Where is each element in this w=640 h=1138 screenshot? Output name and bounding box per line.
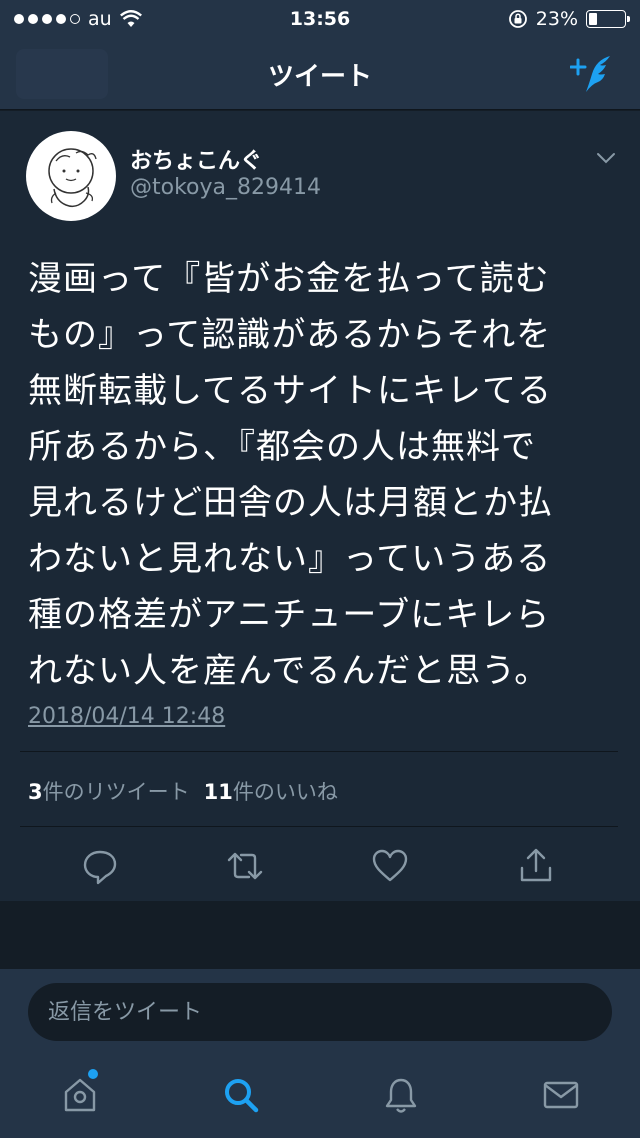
home-icon[interactable] [60, 1075, 100, 1115]
bell-icon[interactable] [381, 1075, 421, 1115]
battery-percent: 23% [535, 8, 578, 30]
retweet-label: 件のリツイート [42, 780, 190, 804]
status-bar: au 13:56 23% [0, 0, 640, 40]
compose-tweet-icon[interactable] [570, 52, 618, 96]
tweet-text: 漫画って『皆がお金を払って読む もの』って認識があるからそれを 無断転載してるサ… [28, 259, 553, 691]
divider [20, 751, 618, 752]
battery-icon [586, 10, 630, 28]
reply-icon[interactable] [80, 846, 120, 886]
search-icon[interactable] [221, 1075, 261, 1115]
avatar[interactable] [26, 131, 116, 221]
retweet-count: 3 [28, 780, 43, 804]
user-handle[interactable]: @tokoya_829414 [130, 175, 321, 200]
retweet-icon[interactable] [225, 846, 265, 886]
empty-area [0, 901, 640, 969]
divider [20, 826, 618, 827]
like-label: 件のいいね [232, 780, 338, 804]
like-stat[interactable]: 11件のいいね [204, 780, 338, 804]
share-icon[interactable] [516, 846, 556, 886]
mail-icon[interactable] [541, 1075, 581, 1115]
tweet-stats: 3件のリツイート 11件のいいね [28, 776, 338, 806]
status-right: 23% [508, 8, 630, 30]
retweet-stat[interactable]: 3件のリツイート [28, 780, 190, 804]
nav-bar: ツイート [0, 40, 640, 110]
tweet-detail: おちょこんぐ @tokoya_829414 漫画って『皆がお金を払って読む もの… [0, 111, 640, 901]
tab-bar [0, 1049, 640, 1138]
tweet-timestamp[interactable]: 2018/04/14 12:48 [28, 704, 225, 729]
tweet-actions [0, 846, 640, 896]
reply-input[interactable] [28, 983, 612, 1041]
reply-bar [0, 969, 640, 1049]
home-notification-dot [88, 1069, 98, 1079]
chevron-down-icon[interactable] [596, 151, 616, 165]
display-name[interactable]: おちょこんぐ [130, 143, 262, 175]
page-title: ツイート [267, 62, 372, 92]
avatar-drawing-icon [48, 148, 97, 208]
heart-icon[interactable] [370, 846, 410, 886]
orientation-lock-icon [508, 10, 527, 28]
like-count: 11 [203, 780, 233, 804]
